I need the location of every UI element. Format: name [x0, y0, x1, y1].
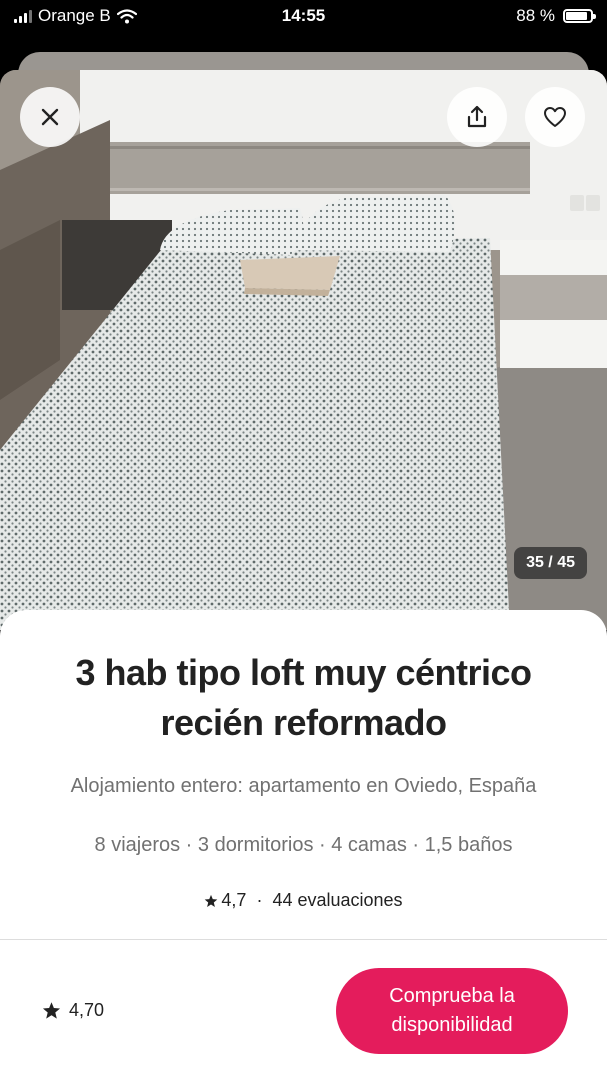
status-right: 88 % — [516, 6, 596, 26]
battery-percent: 88 % — [516, 6, 555, 25]
divider — [0, 939, 607, 940]
photo-counter: 35 / 45 — [514, 547, 587, 579]
share-button[interactable] — [447, 87, 507, 147]
footer-rating: 4,70 — [42, 1000, 104, 1021]
star-icon — [42, 1002, 61, 1019]
star-icon — [205, 894, 218, 907]
listing-subtitle: Alojamiento entero: apartamento en Ovied… — [70, 775, 537, 797]
footer-rating-value: 4,70 — [69, 1000, 105, 1020]
rating-summary[interactable]: 4,7 · 44 evaluaciones — [0, 890, 607, 911]
listing-title: 3 hab tipo loft muy céntrico recién refo… — [75, 652, 532, 743]
listing-details: 8 viajeros · 3 dormitorios · 4 camas · 1… — [94, 834, 513, 856]
rating-separator: · — [256, 890, 263, 910]
close-icon — [41, 108, 59, 126]
check-availability-button[interactable]: Comprueba la disponibilidad — [336, 968, 568, 1054]
reviews-count: 44 evaluaciones — [272, 890, 403, 910]
share-icon — [467, 105, 487, 128]
listing-sheet: 3 hab tipo loft muy céntrico recién refo… — [0, 610, 607, 1080]
close-button[interactable] — [20, 87, 80, 147]
heart-icon — [544, 107, 566, 127]
rating-value: 4,7 — [221, 890, 247, 910]
favorite-button[interactable] — [525, 87, 585, 147]
listing-photo[interactable] — [0, 70, 607, 630]
battery-icon — [563, 9, 596, 23]
status-bar: Orange B 14:55 88 % — [0, 0, 607, 34]
